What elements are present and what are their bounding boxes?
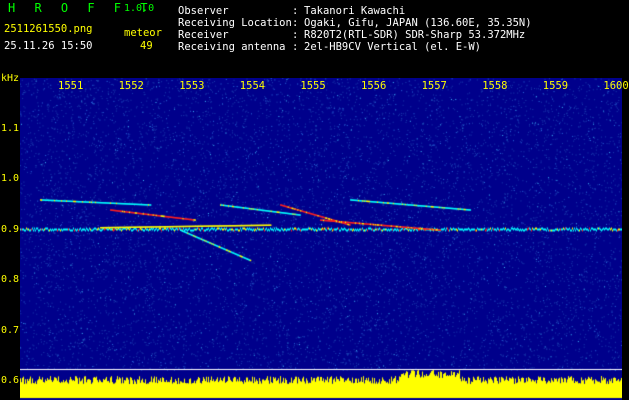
y-tick-label: 0.9 (1, 223, 20, 235)
x-tick-label: 1551 (58, 80, 84, 92)
spectrogram-canvas (20, 78, 622, 400)
location-sep: : (292, 17, 299, 29)
x-tick-label: 1553 (179, 80, 205, 92)
x-tick-label: 1554 (239, 80, 266, 92)
observer-sep: : (292, 5, 299, 17)
y-tick-label: 0.7 (1, 324, 20, 336)
app-version: 1.0.0 (124, 3, 155, 14)
antenna-key: Receiving antenna (178, 41, 286, 53)
x-tick-label: 1556 (361, 80, 387, 92)
x-tick-label: 1600 (603, 80, 629, 92)
x-tick-label: 1557 (421, 80, 447, 92)
y-tick-label: 1.0 (1, 173, 20, 184)
spectrogram (20, 78, 622, 400)
y-axis-unit: kHz (1, 73, 20, 84)
y-tick-label: 0.8 (1, 274, 20, 285)
x-tick-label: 1558 (482, 80, 508, 92)
location-key: Receiving Location (178, 17, 292, 29)
y-tick-label: 1.1 (1, 122, 20, 134)
location-value: Ogaki, Gifu, JAPAN (136.60E, 35.35N) (304, 17, 532, 29)
meteor-count: 49 (140, 40, 153, 52)
receiver-value: R820T2(RTL-SDR) SDR-Sharp 53.372MHz (304, 29, 526, 41)
timestamp: 25.11.26 15:50 (4, 40, 93, 52)
receiver-sep: : (292, 29, 299, 41)
antenna-value: 2el-HB9CV Vertical (el. E-W) (304, 41, 482, 53)
x-tick-label: 1552 (118, 80, 144, 92)
antenna-sep: : (292, 41, 299, 53)
observer-value: Takanori Kawachi (304, 5, 406, 17)
meteor-label: meteor (124, 27, 162, 39)
y-tick-label: 0.6 (1, 375, 20, 386)
file-name: 2511261550.png (4, 23, 93, 35)
x-tick-label: 1559 (542, 80, 569, 92)
x-tick-label: 1555 (300, 80, 326, 92)
receiver-key: Receiver (178, 29, 229, 41)
observer-key: Observer (178, 5, 229, 17)
